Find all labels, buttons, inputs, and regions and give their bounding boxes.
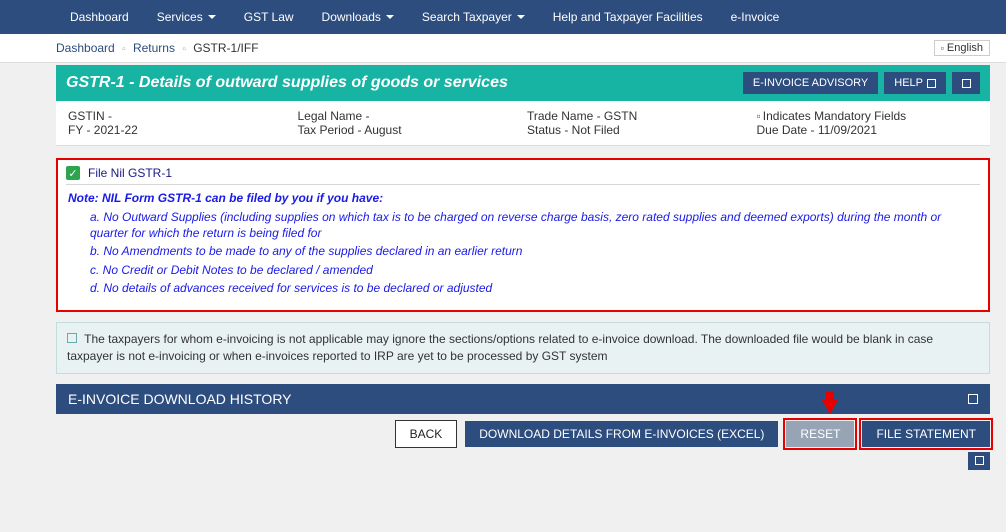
info-legal-col: Legal Name - Tax Period - August xyxy=(298,109,520,137)
info-trade-col: Trade Name - GSTN Status - Not Filed xyxy=(527,109,749,137)
nav-gstlaw[interactable]: GST Law xyxy=(230,0,308,34)
nav-label: Services xyxy=(157,10,203,24)
footer-actions: BACK DOWNLOAD DETAILS FROM E-INVOICES (E… xyxy=(56,420,990,448)
nav-label: e-Invoice xyxy=(731,10,780,24)
nav-label: Search Taxpayer xyxy=(422,10,512,24)
square-icon: ▫ xyxy=(941,43,944,53)
tax-period-label: Tax Period - August xyxy=(298,123,520,137)
nav-label: Help and Taxpayer Facilities xyxy=(553,10,703,24)
breadcrumb-current: GSTR-1/IFF xyxy=(193,41,258,55)
reset-button[interactable]: RESET xyxy=(786,421,854,447)
chevron-down-icon xyxy=(517,15,525,19)
nil-condition: a. No Outward Supplies (including suppli… xyxy=(68,209,978,241)
return-info-row: GSTIN - FY - 2021-22 Legal Name - Tax Pe… xyxy=(56,101,990,146)
file-nil-row: ✓ File Nil GSTR-1 xyxy=(66,164,980,185)
scroll-top-button[interactable] xyxy=(968,452,990,470)
help-button[interactable]: HELP xyxy=(884,72,946,94)
language-selector[interactable]: ▫ English xyxy=(934,40,990,56)
chevron-down-icon xyxy=(208,15,216,19)
breadcrumb: Dashboard ▫ Returns ▫ GSTR-1/IFF xyxy=(56,41,259,55)
fy-label: FY - 2021-22 xyxy=(68,123,290,137)
nav-search-taxpayer[interactable]: Search Taxpayer xyxy=(408,0,539,34)
breadcrumb-row: Dashboard ▫ Returns ▫ GSTR-1/IFF ▫ Engli… xyxy=(0,34,1006,63)
nil-condition: c. No Credit or Debit Notes to be declar… xyxy=(68,262,978,278)
mandatory-note: ▫Indicates Mandatory Fields xyxy=(757,109,979,123)
nil-note-block: Note: NIL Form GSTR-1 can be filed by yo… xyxy=(66,185,980,300)
download-einvoice-excel-button[interactable]: DOWNLOAD DETAILS FROM E-INVOICES (EXCEL) xyxy=(465,421,778,447)
square-icon xyxy=(975,456,984,465)
breadcrumb-sep-icon: ▫ xyxy=(122,44,126,55)
main-container: GSTR-1 - Details of outward supplies of … xyxy=(0,65,1006,448)
nav-downloads[interactable]: Downloads xyxy=(308,0,408,34)
expand-button[interactable] xyxy=(952,72,980,94)
file-nil-section: ✓ File Nil GSTR-1 Note: NIL Form GSTR-1 … xyxy=(56,158,990,312)
square-icon xyxy=(962,79,971,88)
chevron-down-icon xyxy=(386,15,394,19)
page-title: GSTR-1 - Details of outward supplies of … xyxy=(66,74,508,92)
einvoice-advisory-button[interactable]: E-INVOICE ADVISORY xyxy=(743,72,878,94)
gstin-label: GSTIN - xyxy=(68,109,290,123)
nav-label: Dashboard xyxy=(70,10,129,24)
nav-einvoice[interactable]: e-Invoice xyxy=(717,0,794,34)
download-history-bar[interactable]: E-INVOICE DOWNLOAD HISTORY xyxy=(56,384,990,414)
nil-condition: b. No Amendments to be made to any of th… xyxy=(68,243,978,259)
info-gstin-col: GSTIN - FY - 2021-22 xyxy=(68,109,290,137)
file-statement-button[interactable]: FILE STATEMENT xyxy=(862,421,990,447)
breadcrumb-dashboard[interactable]: Dashboard xyxy=(56,41,115,55)
breadcrumb-sep-icon: ▫ xyxy=(182,44,186,55)
language-label: English xyxy=(947,42,983,54)
nav-services[interactable]: Services xyxy=(143,0,230,34)
nil-note-title: Note: NIL Form GSTR-1 can be filed by yo… xyxy=(68,191,978,205)
alert-text: The taxpayers for whom e-invoicing is no… xyxy=(67,332,933,363)
checkbox-checked-icon[interactable]: ✓ xyxy=(66,166,80,180)
nav-label: GST Law xyxy=(244,10,294,24)
history-title: E-INVOICE DOWNLOAD HISTORY xyxy=(68,391,292,407)
page-title-bar: GSTR-1 - Details of outward supplies of … xyxy=(56,65,990,101)
nav-label: Downloads xyxy=(322,10,381,24)
back-button[interactable]: BACK xyxy=(395,420,458,448)
trade-name-label: Trade Name - GSTN xyxy=(527,109,749,123)
file-nil-label: File Nil GSTR-1 xyxy=(88,166,172,180)
nil-condition: d. No details of advances received for s… xyxy=(68,280,978,296)
legal-name-label: Legal Name - xyxy=(298,109,520,123)
square-icon xyxy=(927,79,936,88)
status-label: Status - Not Filed xyxy=(527,123,749,137)
info-mandatory-col: ▫Indicates Mandatory Fields Due Date - 1… xyxy=(757,109,979,137)
due-date-label: Due Date - 11/09/2021 xyxy=(757,123,979,137)
nav-dashboard[interactable]: Dashboard xyxy=(56,0,143,34)
help-label: HELP xyxy=(894,77,923,89)
nav-help-facilities[interactable]: Help and Taxpayer Facilities xyxy=(539,0,717,34)
breadcrumb-returns[interactable]: Returns xyxy=(133,41,175,55)
info-icon xyxy=(67,333,77,343)
highlight-arrow-icon xyxy=(822,400,838,414)
title-actions: E-INVOICE ADVISORY HELP xyxy=(743,72,980,94)
asterisk-icon: ▫ xyxy=(757,109,761,123)
top-nav: Dashboard Services GST Law Downloads Sea… xyxy=(0,0,1006,34)
einvoice-alert: The taxpayers for whom e-invoicing is no… xyxy=(56,322,990,374)
expand-icon xyxy=(968,394,978,404)
